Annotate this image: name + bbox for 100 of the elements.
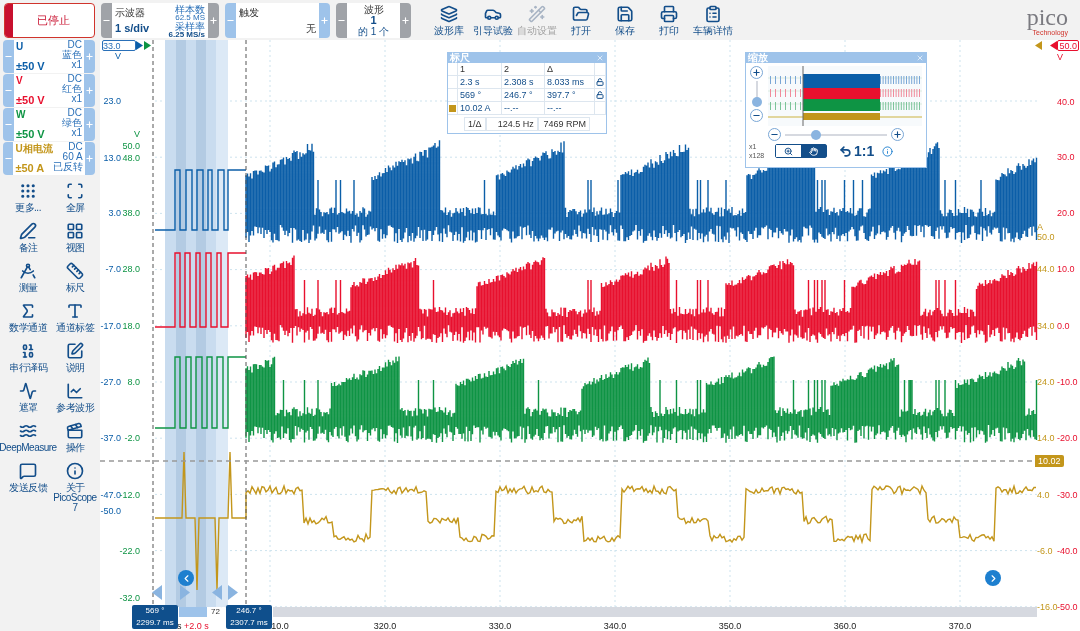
letters-icon	[66, 302, 84, 320]
axis-tick-label: -10.0	[1057, 377, 1078, 387]
side-tool-button[interactable]: 数学通道	[1, 302, 55, 340]
table-cell: 10.02 A	[458, 102, 502, 115]
marker-arrow-icon[interactable]	[136, 41, 143, 50]
toolbar-button[interactable]: 打印	[647, 4, 691, 36]
side-tool-button[interactable]: 通道标签	[55, 302, 95, 340]
edit-icon	[66, 342, 84, 360]
minus-button[interactable]	[101, 2, 112, 38]
rate-label: 采样率	[175, 21, 205, 31]
axis-tick-label: -30.0	[1057, 490, 1078, 500]
slider-thumb[interactable]	[810, 129, 821, 140]
axis-marker: 33.0	[102, 40, 136, 51]
minus-button[interactable]	[225, 2, 236, 38]
plus-button[interactable]	[84, 40, 95, 73]
minus-button[interactable]	[3, 108, 14, 141]
axis-tick-label: 3.0	[108, 208, 121, 218]
minus-button[interactable]	[336, 2, 347, 38]
minus-button[interactable]	[3, 40, 14, 73]
ruler-handle-icon[interactable]	[152, 585, 162, 600]
channel-card[interactable]: W ±50 V DC 绿色 x1	[14, 108, 84, 141]
channel-card[interactable]: U ±50 V DC 蓝色 x1	[14, 40, 84, 73]
marker-arrow-icon[interactable]	[144, 41, 151, 50]
side-tool-button[interactable]: 参考波形	[55, 382, 95, 420]
waveform-count: 的 1 个	[357, 25, 390, 37]
table-cell: 8.033 ms	[545, 76, 595, 89]
x-axis-label: 370.0	[948, 620, 972, 631]
wand-icon	[528, 4, 546, 23]
axis-tick-label: 18.0	[122, 321, 140, 331]
axis-tick-label: 50.0	[1037, 232, 1055, 242]
axis-tick-label: 28.0	[122, 264, 140, 274]
plus-button[interactable]	[319, 2, 330, 38]
channel-detail: x1	[71, 128, 82, 138]
pan-tool-button[interactable]	[801, 145, 826, 157]
axis-tick-label: -32.0	[119, 593, 140, 603]
plus-button[interactable]	[400, 2, 411, 38]
axis-tick-label: 4.0	[1037, 490, 1050, 500]
toolbar-button[interactable]: 打开	[559, 4, 603, 36]
info-icon[interactable]	[882, 145, 894, 157]
toolbar-button[interactable]: 车辆详情	[691, 4, 735, 36]
channel-name: U相电流	[15, 143, 53, 154]
waveform-title: 波形	[363, 3, 384, 15]
slider-thumb[interactable]	[751, 96, 762, 107]
reset-zoom-button[interactable]: 1:1	[839, 144, 875, 158]
axis-tick-label: 10.0	[1057, 264, 1075, 274]
trigger-panel[interactable]: 触发 无	[236, 2, 319, 38]
magnifier-icon	[784, 146, 793, 156]
side-tool-button[interactable]: 视图	[55, 222, 95, 260]
toolbar-button[interactable]: 引导试验	[471, 4, 515, 36]
side-tool-button[interactable]: 关于 PicoScope 7	[55, 462, 95, 513]
side-tool-button[interactable]: 说明	[55, 342, 95, 380]
side-tool-button[interactable]: 备注	[1, 222, 55, 260]
channel-name: U	[16, 41, 25, 52]
minus-button[interactable]	[3, 74, 14, 107]
rate-value: 6.25 MS/s	[168, 30, 205, 39]
stop-button[interactable]: 已停止	[4, 2, 95, 38]
close-icon[interactable]	[916, 54, 924, 62]
plus-button[interactable]	[84, 142, 95, 175]
x-axis-label: 330.0	[488, 620, 512, 631]
marker-arrow-icon[interactable]	[1050, 41, 1057, 50]
scroll-right-button[interactable]	[985, 570, 1001, 586]
axis-tick-label: 24.0	[1037, 377, 1055, 387]
channel-detail: DC	[67, 108, 82, 118]
toolbar-button[interactable]: 保存	[603, 4, 647, 36]
minus-button[interactable]	[3, 142, 14, 175]
axis-tick-label: 34.0	[1037, 321, 1055, 331]
axis-tick-label: 20.0	[1057, 208, 1075, 218]
waveform-panel[interactable]: 波形 1 的 1 个	[347, 2, 400, 38]
side-tool-button[interactable]: 更多...	[1, 182, 55, 220]
marker-arrow-icon[interactable]	[1035, 41, 1042, 50]
side-tool-button[interactable]: 串行译码	[1, 342, 55, 380]
ruler-tag[interactable]: 246.7 ° 2307.7 ms	[226, 605, 272, 629]
side-tool-button[interactable]: 测量	[1, 262, 55, 300]
axis-tick-label: 8.0	[127, 377, 140, 387]
ruler-tag[interactable]: 569 ° 2299.7 ms	[132, 605, 178, 629]
x-axis-label: 320.0	[373, 620, 397, 631]
channel-range: ±50 A	[15, 162, 46, 174]
ruler-icon	[66, 262, 84, 280]
plus-button[interactable]	[84, 108, 95, 141]
scrollbar-thumb[interactable]	[179, 607, 207, 617]
plus-button[interactable]	[208, 2, 219, 38]
waveform-number: 1	[370, 14, 377, 26]
clipboard-icon	[704, 4, 722, 23]
side-tool-button[interactable]: 标尺	[55, 262, 95, 300]
side-tool-button[interactable]: DeepMeasure	[1, 422, 55, 460]
zoom-in-button[interactable]	[891, 128, 904, 141]
channel-card[interactable]: V ±50 V DC 红色 x1	[14, 74, 84, 107]
ruler-handle-icon[interactable]	[180, 585, 190, 600]
side-tool-button[interactable]: 发送反馈	[1, 462, 55, 500]
ruler-handle-icon[interactable]	[212, 585, 222, 600]
close-icon[interactable]	[596, 54, 604, 62]
axis-marker: 50.0	[1057, 40, 1079, 51]
plus-icon	[85, 154, 95, 163]
plus-button[interactable]	[84, 74, 95, 107]
side-tool-button[interactable]: 遮罩	[1, 382, 55, 420]
side-tool-button[interactable]: 全屏	[55, 182, 95, 220]
table-cell: 569 °	[458, 89, 502, 102]
toolbar-button[interactable]: 波形库	[427, 4, 471, 36]
timebase-panel[interactable]: 示波器 1 s/div 样本数 62.5 MS 采样率 6.25 MS/s	[112, 2, 208, 38]
plus-icon	[752, 68, 762, 77]
